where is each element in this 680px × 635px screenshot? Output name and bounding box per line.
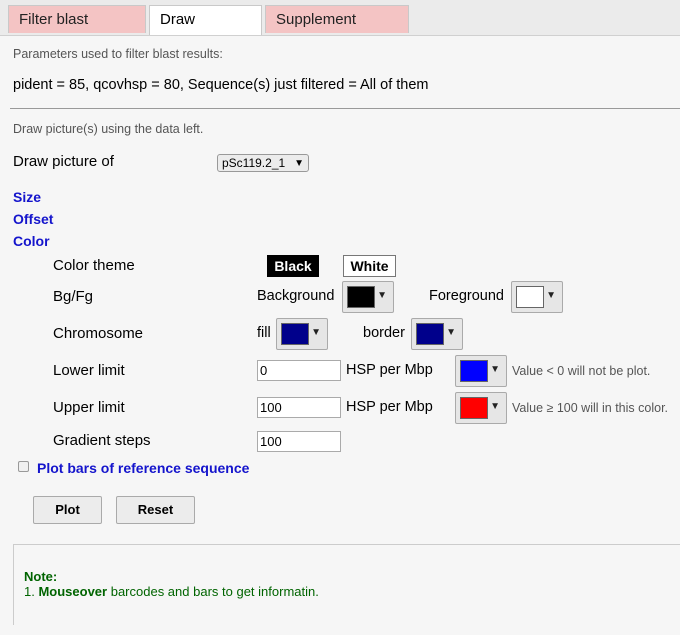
chromosome-fill-color-picker[interactable]: ▼ xyxy=(276,318,328,350)
chromosome-border-color-picker[interactable]: ▼ xyxy=(411,318,463,350)
fill-swatch xyxy=(281,323,309,345)
chromosome-label: Chromosome xyxy=(53,325,144,342)
gradient-steps-input[interactable]: 100 xyxy=(257,431,341,452)
lower-unit-label: HSP per Mbp xyxy=(346,362,433,378)
note-title: Note: xyxy=(24,569,58,584)
params-values: pident = 85, qcovhsp = 80, Sequence(s) j… xyxy=(13,77,429,93)
bgfg-label: Bg/Fg xyxy=(53,288,94,305)
background-swatch xyxy=(347,286,375,308)
params-heading: Parameters used to filter blast results: xyxy=(13,47,223,61)
draw-hint: Draw picture(s) using the data left. xyxy=(13,122,204,136)
upper-unit-label: HSP per Mbp xyxy=(346,399,433,415)
plot-bars-label[interactable]: Plot bars of reference sequence xyxy=(37,460,249,476)
border-label: border xyxy=(363,325,405,341)
foreground-label: Foreground xyxy=(429,288,504,304)
draw-picture-of-select[interactable]: pSc119.2_1 ▼ xyxy=(217,154,309,172)
plot-button[interactable]: Plot xyxy=(33,496,102,524)
draw-picture-of-value: pSc119.2_1 xyxy=(222,156,286,170)
upper-limit-note: Value ≥ 100 will in this color. xyxy=(512,401,669,415)
lower-swatch xyxy=(460,360,488,382)
dropdown-arrow-icon: ▼ xyxy=(377,290,387,301)
draw-pictures-panel: Parameters used to filter blast results:… xyxy=(0,35,680,635)
note-bold: Mouseover xyxy=(38,584,108,599)
upper-limit-color-picker[interactable]: ▼ xyxy=(455,392,507,424)
dropdown-arrow-icon: ▼ xyxy=(294,158,304,169)
dropdown-arrow-icon: ▼ xyxy=(490,401,500,412)
reset-button[interactable]: Reset xyxy=(116,496,195,524)
upper-limit-input[interactable]: 100 xyxy=(257,397,341,418)
theme-black-button[interactable]: Black xyxy=(267,255,319,277)
lower-limit-note: Value < 0 will not be plot. xyxy=(512,364,651,378)
section-size[interactable]: Size xyxy=(13,189,41,205)
dropdown-arrow-icon: ▼ xyxy=(546,290,556,301)
background-color-picker[interactable]: ▼ xyxy=(342,281,394,313)
draw-picture-of-label: Draw picture of xyxy=(13,153,114,170)
gradient-steps-label: Gradient steps xyxy=(53,432,151,449)
tab-draw-pictures[interactable]: Draw pictures xyxy=(149,5,262,56)
tab-bar: Filter blast results Draw pictures Suppl… xyxy=(0,0,680,56)
lower-limit-input[interactable]: 0 xyxy=(257,360,341,381)
upper-swatch xyxy=(460,397,488,419)
color-theme-label: Color theme xyxy=(53,257,135,274)
lower-limit-label: Lower limit xyxy=(53,362,125,379)
dropdown-arrow-icon: ▼ xyxy=(311,327,321,338)
fill-label: fill xyxy=(257,325,271,341)
plot-bars-checkbox[interactable] xyxy=(18,461,29,472)
upper-limit-label: Upper limit xyxy=(53,399,125,416)
note-text: 1. Mouseover barcodes and bars to get in… xyxy=(24,584,319,599)
tab-supplement-tables[interactable]: Supplement tables xyxy=(265,5,409,56)
divider xyxy=(10,108,680,109)
background-label: Background xyxy=(257,288,335,304)
tab-filter-blast-results[interactable]: Filter blast results xyxy=(8,5,146,56)
section-color[interactable]: Color xyxy=(13,233,50,249)
dropdown-arrow-icon: ▼ xyxy=(446,327,456,338)
theme-white-button[interactable]: White xyxy=(343,255,396,277)
note-rest: barcodes and bars to get informatin. xyxy=(107,584,319,599)
lower-limit-color-picker[interactable]: ▼ xyxy=(455,355,507,387)
note-prefix: 1. xyxy=(24,584,39,599)
foreground-swatch xyxy=(516,286,544,308)
dropdown-arrow-icon: ▼ xyxy=(490,364,500,375)
border-swatch xyxy=(416,323,444,345)
section-offset[interactable]: Offset xyxy=(13,211,53,227)
note-box: Note: 1. Mouseover barcodes and bars to … xyxy=(13,544,680,625)
foreground-color-picker[interactable]: ▼ xyxy=(511,281,563,313)
